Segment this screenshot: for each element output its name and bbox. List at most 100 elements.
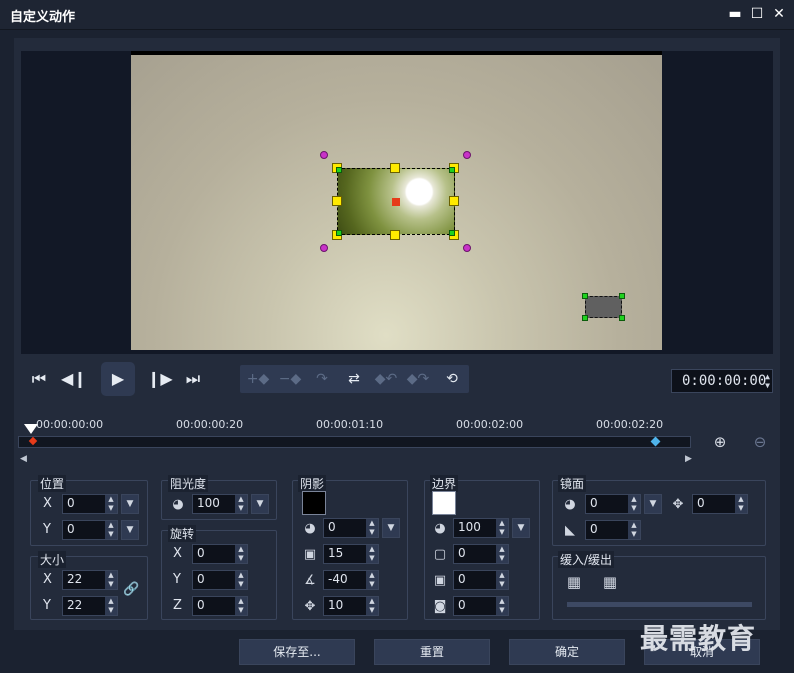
maximize-icon[interactable]: ☐ [748, 5, 766, 23]
shadow-handle-bottom-left[interactable] [582, 315, 588, 321]
rotate-handle-bottom-left[interactable] [320, 244, 328, 252]
spinner-icon[interactable]: ▲ ▼ [366, 545, 378, 563]
rotate-handle-top-left[interactable] [320, 151, 328, 159]
ease-slider[interactable] [567, 602, 752, 607]
resize-handle-top[interactable] [390, 163, 400, 173]
mirror-offset-input[interactable]: 0 ▲ ▼ [692, 494, 748, 514]
timecode-spinner-icon[interactable]: ▲ ▼ [765, 372, 770, 390]
center-point-handle[interactable] [392, 198, 400, 206]
size-y-input[interactable]: 22 ▲ ▼ [62, 596, 118, 616]
spinner-icon[interactable]: ▲ ▼ [366, 571, 378, 589]
spinner-icon[interactable]: ▲ ▼ [496, 519, 508, 537]
shadow-opacity-icon: ◕ [304, 521, 316, 536]
spinner-icon[interactable]: ▲ ▼ [105, 521, 117, 539]
border-color-swatch[interactable] [432, 491, 456, 515]
zoom-in-icon[interactable]: ⊕ [710, 432, 730, 452]
next-frame-icon[interactable]: ❙▶ [147, 362, 173, 396]
shadow-handle-bottom-right[interactable] [619, 315, 625, 321]
distort-handle-bottom-right[interactable] [449, 230, 455, 236]
position-x-input[interactable]: 0 ▲ ▼ [62, 494, 118, 514]
spinner-icon[interactable]: ▲ ▼ [496, 597, 508, 615]
opacity-icon: ◕ [172, 497, 184, 512]
minimize-icon[interactable]: ▬ [726, 5, 744, 23]
distort-handle-top-right[interactable] [449, 167, 455, 173]
go-to-end-icon[interactable]: ⏭ [181, 362, 205, 396]
rotation-y-input[interactable]: 0 ▲ ▼ [192, 570, 248, 590]
timecode-value: 0:00:00:00 [682, 373, 767, 389]
spinner-icon[interactable]: ▲ ▼ [105, 495, 117, 513]
scroll-right-icon[interactable]: ▶ [685, 454, 692, 464]
keyframe-toolbar: +◆ −◆ ↷ ⇄ ◆↶ ◆↷ ⟲ [240, 365, 469, 393]
close-icon[interactable]: ✕ [770, 5, 788, 23]
spinner-icon[interactable]: ▲ ▼ [496, 545, 508, 563]
spinner-icon[interactable]: ▲ ▼ [366, 519, 378, 537]
spinner-icon[interactable]: ▲ ▼ [235, 571, 247, 589]
next-keyframe-icon[interactable]: ◆↷ [402, 365, 434, 393]
timecode-field[interactable]: 0:00:00:00 ▲ ▼ [671, 369, 773, 393]
shadow-angle-input[interactable]: -40 ▲ ▼ [323, 570, 379, 590]
border-opacity-dropdown-icon[interactable]: ▼ [512, 518, 530, 538]
spinner-icon[interactable]: ▲ ▼ [628, 521, 640, 539]
swap-keyframes-icon[interactable]: ⇄ [338, 365, 370, 393]
play-button[interactable]: ▶ [101, 362, 135, 396]
shadow-handle-top-left[interactable] [582, 293, 588, 299]
resize-handle-bottom[interactable] [390, 230, 400, 240]
ok-button[interactable]: 确定 [509, 639, 625, 665]
position-x-dropdown-icon[interactable]: ▼ [121, 494, 139, 514]
opacity-dropdown-icon[interactable]: ▼ [251, 494, 269, 514]
spinner-icon[interactable]: ▲ ▼ [235, 495, 247, 513]
border-width-input[interactable]: 0 ▲ ▼ [453, 544, 509, 564]
mirror-opacity-dropdown-icon[interactable]: ▼ [644, 494, 662, 514]
previous-frame-icon[interactable]: ◀❙ [61, 362, 87, 396]
shadow-opacity-input[interactable]: 0 ▲ ▼ [323, 518, 379, 538]
opacity-input[interactable]: 100 ▲ ▼ [192, 494, 248, 514]
timeline-ruler[interactable]: 00:00:00:00 00:00:00:20 00:00:01:10 00:0… [18, 416, 691, 450]
rotate-handle-bottom-right[interactable] [463, 244, 471, 252]
reverse-keyframe-icon[interactable]: ↷ [306, 365, 338, 393]
zoom-out-icon[interactable]: ⊖ [750, 432, 770, 452]
spinner-icon[interactable]: ▲ ▼ [366, 597, 378, 615]
shadow-blur-input[interactable]: 15 ▲ ▼ [323, 544, 379, 564]
save-to-button[interactable]: 保存至... [239, 639, 355, 665]
size-x-input[interactable]: 22 ▲ ▼ [62, 570, 118, 590]
shadow-color-swatch[interactable] [302, 491, 326, 515]
remove-keyframe-icon[interactable]: −◆ [274, 365, 306, 393]
distort-handle-top-left[interactable] [336, 167, 342, 173]
distort-handle-bottom-left[interactable] [336, 230, 342, 236]
rotate-handle-top-right[interactable] [463, 151, 471, 159]
shadow-distance-input[interactable]: 10 ▲ ▼ [323, 596, 379, 616]
spinner-icon[interactable]: ▲ ▼ [735, 495, 747, 513]
shadow-opacity-dropdown-icon[interactable]: ▼ [382, 518, 400, 538]
reset-button[interactable]: 重置 [374, 639, 490, 665]
resize-handle-right[interactable] [449, 196, 459, 206]
scroll-left-icon[interactable]: ◀ [20, 454, 27, 464]
rotation-z-input[interactable]: 0 ▲ ▼ [192, 596, 248, 616]
link-ratio-icon[interactable]: 🔗 [123, 582, 139, 598]
border-inner-soft-input[interactable]: 0 ▲ ▼ [453, 596, 509, 616]
spinner-icon[interactable]: ▲ ▼ [235, 545, 247, 563]
ease-out-icon[interactable]: ▦ [602, 574, 618, 590]
position-y-input[interactable]: 0 ▲ ▼ [62, 520, 118, 540]
rotation-x-input[interactable]: 0 ▲ ▼ [192, 544, 248, 564]
add-keyframe-icon[interactable]: +◆ [242, 365, 274, 393]
reset-keyframe-icon[interactable]: ⟲ [436, 365, 468, 393]
position-y-dropdown-icon[interactable]: ▼ [121, 520, 139, 540]
opacity-title: 阻光度 [168, 475, 209, 492]
ease-in-icon[interactable]: ▦ [566, 574, 582, 590]
timeline-track[interactable] [18, 436, 691, 448]
shadow-preview-clip[interactable] [585, 296, 622, 318]
playhead-marker[interactable] [24, 424, 38, 434]
mirror-fade-input[interactable]: 0 ▲ ▼ [585, 520, 641, 540]
go-to-start-icon[interactable]: ⏮ [27, 362, 51, 396]
spinner-icon[interactable]: ▲ ▼ [105, 597, 117, 615]
shadow-handle-top-right[interactable] [619, 293, 625, 299]
resize-handle-left[interactable] [332, 196, 342, 206]
spinner-icon[interactable]: ▲ ▼ [496, 571, 508, 589]
spinner-icon[interactable]: ▲ ▼ [628, 495, 640, 513]
border-soft-edge-input[interactable]: 0 ▲ ▼ [453, 570, 509, 590]
spinner-icon[interactable]: ▲ ▼ [105, 571, 117, 589]
border-opacity-input[interactable]: 100 ▲ ▼ [453, 518, 509, 538]
mirror-opacity-input[interactable]: 0 ▲ ▼ [585, 494, 641, 514]
previous-keyframe-icon[interactable]: ◆↶ [370, 365, 402, 393]
spinner-icon[interactable]: ▲ ▼ [235, 597, 247, 615]
